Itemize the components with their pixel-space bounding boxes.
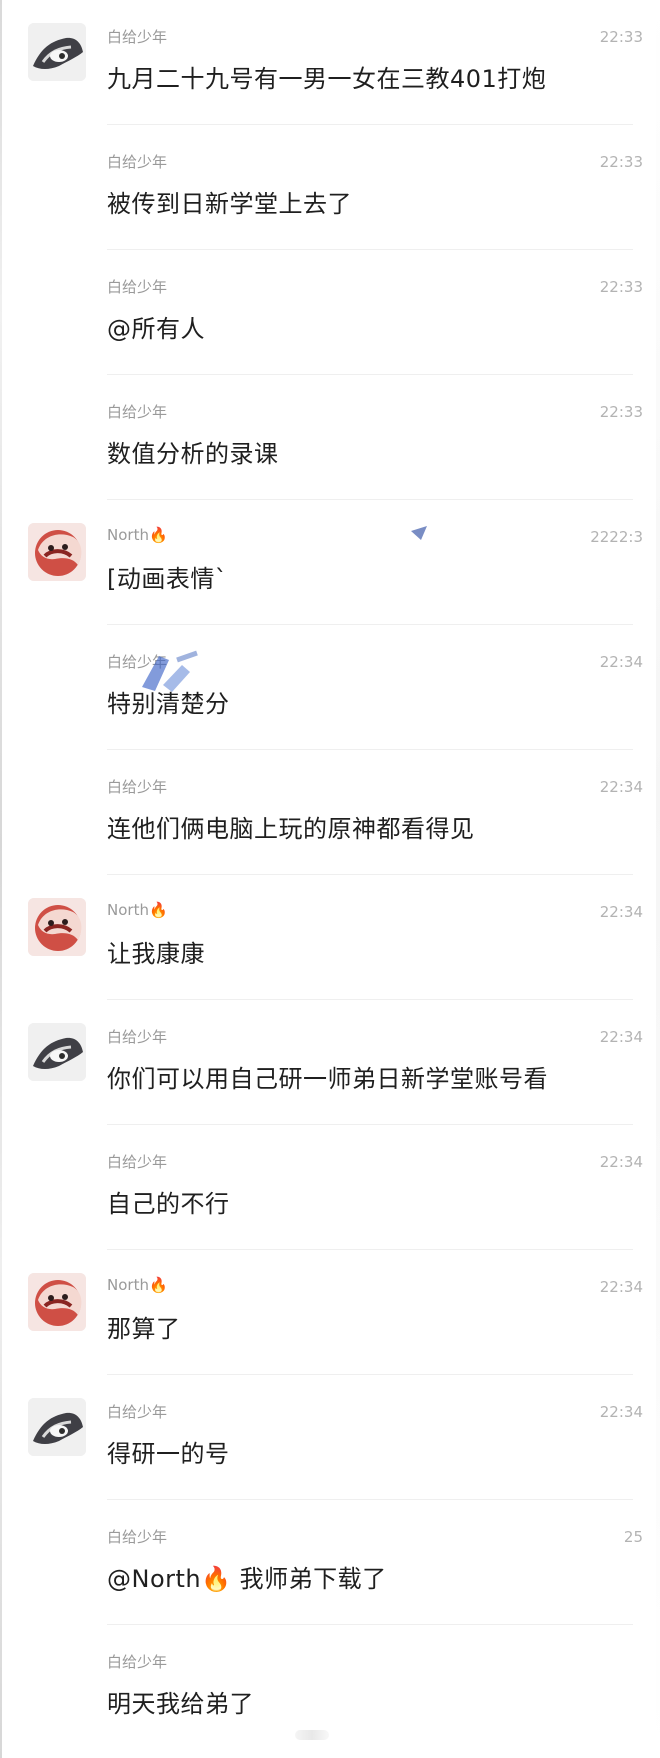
red-cartoon-avatar-svg [28, 898, 86, 956]
message-text[interactable]: 那算了 [107, 1313, 181, 1345]
message-row[interactable]: 白给少年 明天我给弟了 [0, 1625, 660, 1758]
message-text[interactable]: @North🔥 我师弟下载了 [107, 1563, 387, 1595]
faded-artifact [295, 1730, 329, 1740]
message-time: 22:33 [599, 28, 643, 46]
sender-name: 白给少年 [107, 778, 168, 796]
dark-sketch-avatar-svg [28, 23, 86, 81]
dark-sketch-avatar-svg [28, 1398, 86, 1456]
message-time: 22:33 [599, 403, 643, 421]
message-row[interactable]: 白给少年 22:34 得研一的号 [0, 1375, 660, 1500]
message-text[interactable]: 让我康康 [107, 938, 205, 970]
sender-name: 白给少年 [107, 403, 168, 421]
message-time: 22:33 [599, 153, 643, 171]
message-row[interactable]: 白给少年 22:33 被传到日新学堂上去了 [0, 125, 660, 250]
dark-sketch-avatar-icon[interactable] [28, 23, 86, 81]
message-row[interactable]: 白给少年 22:34 你们可以用自己研一师弟日新学堂账号看 [0, 1000, 660, 1125]
message-time: 22:34 [599, 1153, 643, 1171]
message-time: 22:34 [599, 1403, 643, 1421]
message-time: 22:34 [599, 903, 643, 921]
message-row[interactable]: 白给少年 22:33 九月二十九号有一男一女在三教401打炮 [0, 0, 660, 125]
sender-name: 白给少年 [107, 1153, 168, 1171]
message-text[interactable]: 数值分析的录课 [107, 438, 279, 470]
message-text[interactable]: [动画表情` [107, 563, 227, 595]
message-time: 22:34 [599, 1278, 643, 1296]
message-row[interactable]: North🔥 22:34 让我康康 [0, 875, 660, 1000]
message-time: 22:34 [599, 653, 643, 671]
message-time: 22:34 [599, 778, 643, 796]
message-row[interactable]: North🔥 22:34 那算了 [0, 1250, 660, 1375]
message-text[interactable]: 被传到日新学堂上去了 [107, 188, 352, 220]
message-text[interactable]: 九月二十九号有一男一女在三教401打炮 [107, 63, 546, 95]
sender-name: North🔥 [107, 901, 168, 919]
message-time: 25 [623, 1528, 643, 1546]
message-row[interactable]: North🔥 2222:3 [动画表情` [0, 500, 660, 625]
dark-sketch-avatar-icon[interactable] [28, 1398, 86, 1456]
sender-name: 白给少年 [107, 1653, 168, 1671]
red-cartoon-avatar-icon[interactable] [28, 898, 86, 956]
sender-name: 白给少年 [107, 1528, 168, 1546]
red-cartoon-avatar-svg [28, 1273, 86, 1331]
message-time: 22:34 [599, 1028, 643, 1046]
message-row[interactable]: 白给少年 22:34 自己的不行 [0, 1125, 660, 1250]
chat-message-list: 白给少年 22:33 九月二十九号有一男一女在三教401打炮 白给少年 22:3… [0, 0, 660, 1758]
message-text[interactable]: 自己的不行 [107, 1188, 230, 1220]
red-cartoon-avatar-svg [28, 523, 86, 581]
sender-name: North🔥 [107, 526, 168, 544]
sender-name: 白给少年 [107, 278, 168, 296]
red-cartoon-avatar-icon[interactable] [28, 523, 86, 581]
message-row[interactable]: 白给少年 22:33 @所有人 [0, 250, 660, 375]
red-cartoon-avatar-icon[interactable] [28, 1273, 86, 1331]
message-row[interactable]: 白给少年 22:33 数值分析的录课 [0, 375, 660, 500]
sender-name: 白给少年 [107, 1403, 168, 1421]
message-text[interactable]: 连他们俩电脑上玩的原神都看得见 [107, 813, 475, 845]
dark-sketch-avatar-svg [28, 1023, 86, 1081]
message-row[interactable]: 白给少年 22:34 连他们俩电脑上玩的原神都看得见 [0, 750, 660, 875]
sender-name: North🔥 [107, 1276, 168, 1294]
sender-name: 白给少年 [107, 1028, 168, 1046]
message-time: 2222:3 [590, 528, 643, 546]
message-text[interactable]: 你们可以用自己研一师弟日新学堂账号看 [107, 1063, 548, 1095]
message-text[interactable]: 明天我给弟了 [107, 1688, 254, 1720]
sender-name: 白给少年 [107, 153, 168, 171]
message-text[interactable]: @所有人 [107, 313, 205, 345]
message-text[interactable]: 得研一的号 [107, 1438, 230, 1470]
blue-artifact-icon [411, 526, 427, 540]
sender-name: 白给少年 [107, 28, 168, 46]
message-time: 22:33 [599, 278, 643, 296]
blue-watermark-icon [142, 650, 198, 692]
message-row[interactable]: 白给少年 22:34 特别清楚分 [0, 625, 660, 750]
dark-sketch-avatar-icon[interactable] [28, 1023, 86, 1081]
message-row[interactable]: 白给少年 25 @North🔥 我师弟下载了 [0, 1500, 660, 1625]
